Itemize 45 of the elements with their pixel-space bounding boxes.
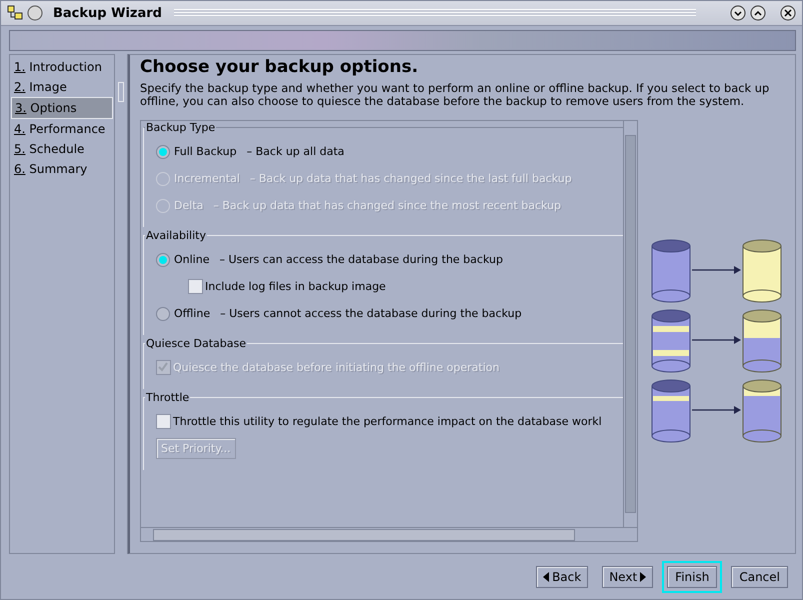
step-item[interactable]: 1. Introduction [11,57,113,77]
horizontal-scrollbar[interactable] [141,527,637,541]
minimize-button[interactable] [730,5,746,21]
option-description: – Users can access the database during the backup [219,253,503,266]
option-label: Incremental [174,172,240,185]
page-description: Specify the backup type and whether you want to perform an online or offline backup. If you select to back up offline, you can also choose to quiesce the database before the backup to remove users from the system. [140,82,770,108]
wizard-button[interactable]: Finish [667,566,718,588]
option-label: Online [174,253,210,266]
checkbox[interactable] [188,279,203,294]
group-title: Backup Type [145,121,216,134]
window-menu-button[interactable] [27,5,43,21]
right-triangle-icon [640,572,646,582]
page-heading: Choose your backup options. [140,56,420,78]
option-label: Delta [174,199,204,212]
step-item[interactable]: 4. Performance [11,119,113,139]
left-triangle-icon [543,572,550,582]
step-item[interactable]: 2. Image [11,77,113,97]
radio-button[interactable] [156,144,170,158]
radio-button[interactable] [156,252,170,266]
vertical-scrollbar[interactable] [623,121,637,527]
wizard-button[interactable]: Back [536,566,588,588]
option-description: – Back up data that has changed since the last full backup [250,172,572,185]
option-description: – Users cannot access the database during the backup [220,307,522,320]
option-description: – Back up data that has changed since the most recent backup [213,199,562,212]
group-title: Quiesce Database [145,337,247,350]
app-icon [7,5,23,21]
window-title: Backup Wizard [53,6,162,20]
group-title: Throttle [145,391,190,404]
splitter[interactable] [114,54,128,554]
option-label: Full Backup [174,145,237,158]
radio-button[interactable] [156,306,170,320]
close-button[interactable] [780,5,796,21]
checkbox[interactable] [156,414,171,429]
checkbox-label: Throttle this utility to regulate the performance impact on the database workl [173,415,602,428]
option-description: – Back up all data [246,145,344,158]
group-title: Availability [145,229,207,242]
checkbox-label: Include log files in backup image [205,280,386,293]
step-item[interactable]: 5. Schedule [11,139,113,159]
checkbox-label: Quiesce the database before initiating the offline operation [173,361,500,374]
option-label: Offline [174,307,210,320]
step-item[interactable]: 3. Options [11,97,113,119]
maximize-button[interactable] [750,5,766,21]
wizard-button[interactable]: Cancel [731,566,788,588]
wizard-button[interactable]: Next [602,566,654,588]
step-item[interactable]: 6. Summary [11,159,113,179]
